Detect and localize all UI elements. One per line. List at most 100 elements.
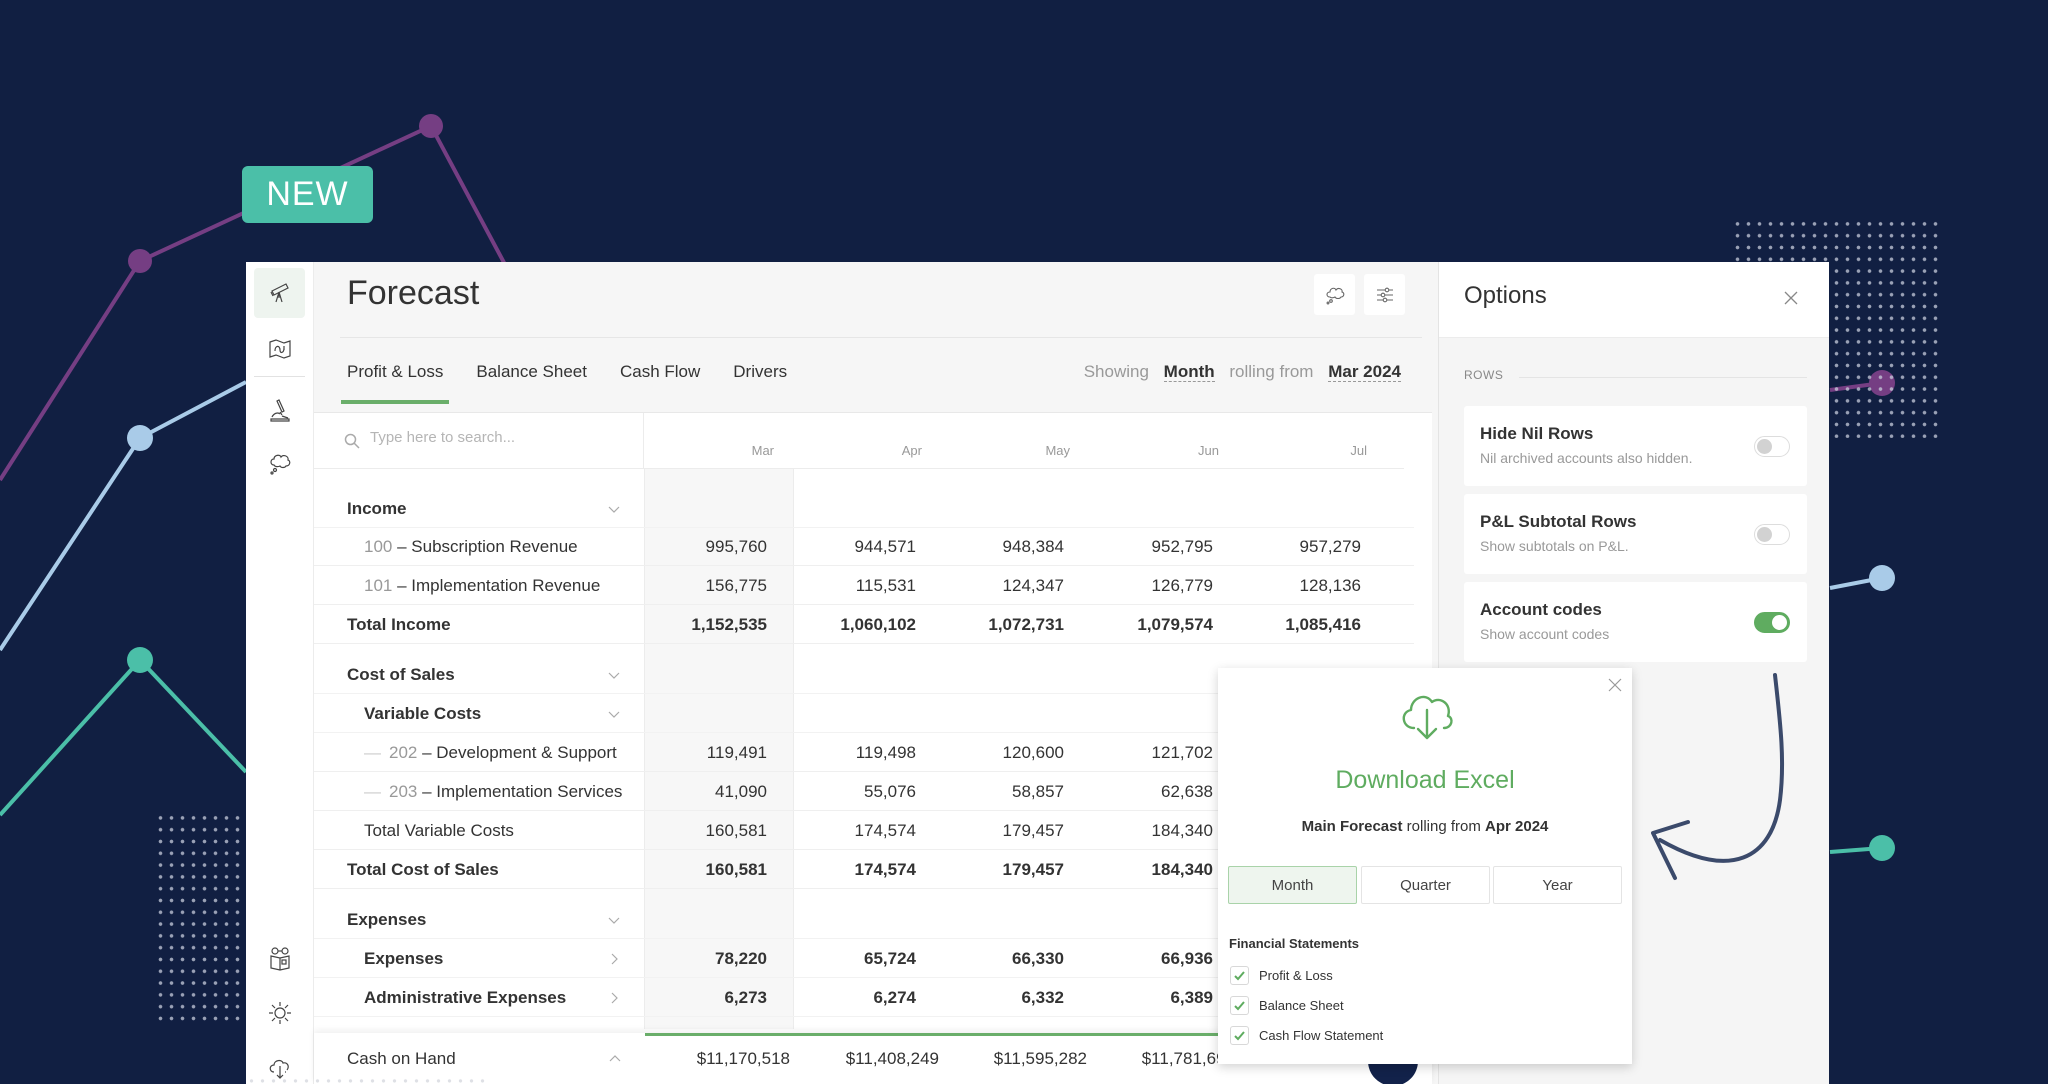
chevron-up-icon[interactable] — [608, 1051, 622, 1070]
month-header-cell: Mar — [751, 443, 774, 458]
cell-value: 128,136 — [1299, 576, 1361, 595]
teal-point — [1869, 835, 1895, 861]
nav-insights[interactable] — [254, 438, 305, 488]
option-account-codes: Account codes Show account codes — [1464, 582, 1807, 662]
tab-balance-sheet[interactable]: Balance Sheet — [476, 362, 587, 404]
nav-analysis[interactable] — [254, 386, 305, 436]
row-label: Variable Costs — [364, 704, 481, 724]
chevron-down-icon[interactable] — [608, 502, 620, 514]
nav-forecast[interactable] — [254, 268, 305, 318]
checkbox-label: Balance Sheet — [1259, 997, 1344, 1013]
comments-button[interactable] — [1314, 274, 1355, 315]
cell-value: 58,857 — [1012, 782, 1064, 801]
financial-statements-label: Financial Statements — [1229, 936, 1360, 951]
chevron-right-icon[interactable] — [608, 952, 620, 965]
check-icon — [1234, 1030, 1245, 1040]
checkbox[interactable] — [1230, 1025, 1249, 1045]
start-month-dropdown[interactable]: Mar 2024 — [1328, 362, 1401, 382]
lightblue-point — [1869, 565, 1895, 591]
tab-drivers[interactable]: Drivers — [733, 362, 787, 404]
header-divider — [340, 337, 1422, 338]
nav-learn[interactable] — [254, 934, 305, 984]
option-subtitle: Nil archived accounts also hidden. — [1480, 450, 1693, 466]
tab-profit-loss[interactable]: Profit & Loss — [340, 362, 450, 404]
chevron-right-icon[interactable] — [608, 991, 620, 1004]
map-icon — [268, 339, 291, 359]
month-header-cell: Apr — [901, 443, 922, 458]
rolling-text: rolling from — [1406, 818, 1481, 835]
search-box — [314, 413, 644, 469]
cloud-download-icon — [1394, 682, 1460, 748]
row-name: Subscription Revenue — [411, 537, 578, 556]
check-icon — [1234, 1000, 1245, 1010]
options-title: Options — [1464, 282, 1547, 309]
table-row[interactable]: Income — [314, 489, 1414, 528]
period-dropdown[interactable]: Month — [1163, 362, 1215, 382]
period-year-button[interactable]: Year — [1493, 866, 1622, 904]
cell-value: 957,279 — [1299, 537, 1361, 556]
options-button[interactable] — [1364, 274, 1405, 315]
chevron-down-icon[interactable] — [608, 707, 620, 719]
cash-value: $11,408,249 — [845, 1049, 939, 1068]
cash-value: $11,781,696 — [1141, 1049, 1235, 1068]
cell-value: 160,581 — [705, 860, 767, 879]
nav-download[interactable] — [254, 1042, 305, 1084]
close-icon[interactable] — [1783, 290, 1799, 306]
cash-value: $11,170,518 — [696, 1049, 790, 1068]
row-name: Variable Costs — [364, 704, 482, 723]
cell-value: 121,702 — [1151, 743, 1213, 762]
cell-value: 156,775 — [705, 576, 767, 595]
statement-checkbox-profit-loss[interactable]: Profit & Loss — [1230, 964, 1333, 986]
hide-nil-rows-toggle[interactable] — [1754, 436, 1790, 457]
cloud-download-icon — [269, 1059, 289, 1079]
cell-value: 115,531 — [855, 576, 916, 595]
cell-value: 124,347 — [1002, 576, 1064, 595]
tab-cash-flow[interactable]: Cash Flow — [620, 362, 700, 404]
rolling-label: rolling from — [1229, 362, 1314, 381]
month-header: Mar Apr May Jun Jul — [644, 413, 1404, 469]
cell-value: 66,936 — [1161, 949, 1213, 968]
pl-subtotal-rows-toggle[interactable] — [1754, 524, 1790, 545]
period-quarter-button[interactable]: Quarter — [1361, 866, 1490, 904]
statement-checkbox-cash-flow[interactable]: Cash Flow Statement — [1230, 1024, 1383, 1046]
cell-value: 55,076 — [864, 782, 916, 801]
nav-scenarios[interactable] — [254, 324, 305, 374]
chevron-down-icon[interactable] — [608, 668, 620, 680]
checkbox[interactable] — [1230, 965, 1249, 985]
search-input[interactable] — [370, 429, 620, 446]
option-title: P&L Subtotal Rows — [1480, 512, 1637, 531]
cell-value: 174,574 — [854, 860, 916, 879]
nav-settings[interactable] — [254, 988, 305, 1038]
chevron-down-icon[interactable] — [608, 913, 620, 925]
statement-checkbox-balance-sheet[interactable]: Balance Sheet — [1230, 994, 1344, 1016]
row-label: —202 – Development & Support — [364, 743, 617, 762]
thought-cloud-icon — [1325, 287, 1344, 304]
cell-value: 995,760 — [705, 537, 767, 556]
cell-value: 119,498 — [855, 743, 916, 762]
checkbox[interactable] — [1230, 995, 1249, 1015]
close-icon[interactable] — [1608, 678, 1622, 692]
cell-value: 184,340 — [1151, 860, 1213, 879]
account-codes-toggle[interactable] — [1754, 612, 1790, 633]
purple-point — [419, 114, 443, 138]
cell-value: 1,060,102 — [840, 615, 916, 634]
telescope-icon — [269, 283, 289, 303]
dot-pattern — [155, 812, 247, 1024]
reading-glasses-book-icon — [269, 947, 290, 971]
cell-value: 65,724 — [864, 949, 916, 968]
teal-trend-line — [0, 657, 248, 817]
row-label: Total Income — [347, 615, 451, 635]
row-name: Expenses — [364, 949, 444, 968]
row-label: —203 – Implementation Services — [364, 782, 623, 801]
search-icon — [344, 433, 360, 449]
row-name: Total Cost of Sales — [347, 860, 499, 879]
period-month-button[interactable]: Month — [1228, 866, 1357, 904]
cell-value: 41,090 — [715, 782, 767, 801]
thought-cloud-icon — [269, 454, 290, 475]
account-code: 203 — [389, 782, 423, 801]
table-row: 101 – Implementation Revenue 156,775 115,5… — [314, 566, 1414, 605]
check-icon — [1234, 970, 1245, 980]
cell-value: 174,574 — [854, 821, 916, 840]
purple-point — [128, 249, 152, 273]
cell-value: 126,779 — [1151, 576, 1213, 595]
